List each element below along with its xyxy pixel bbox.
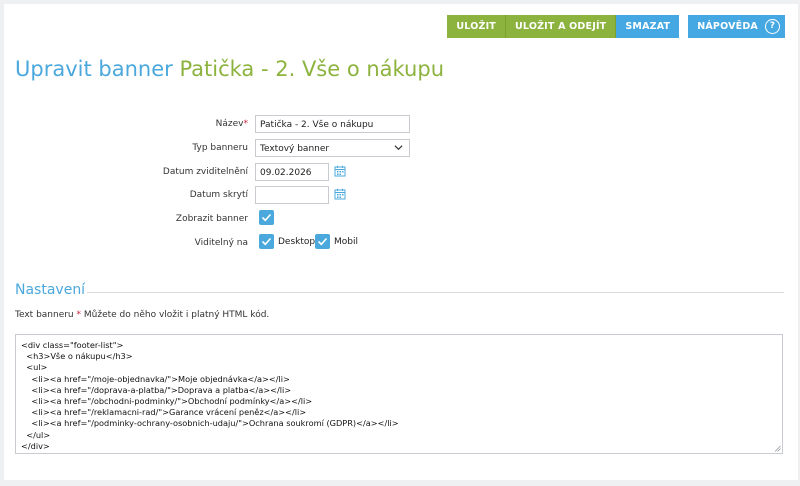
check-icon <box>261 237 272 246</box>
visible-on-row: Viditelný na Desktop Mobil <box>0 234 800 254</box>
display-row: Zobrazit banner <box>0 210 800 230</box>
code-line: <li><a href="/obchodni-podminky/">Obchod… <box>21 396 313 407</box>
code-line: <h3>Vše o nákupu</h3> <box>21 351 133 362</box>
chevron-down-icon <box>394 145 403 151</box>
type-row: Typ banneru Textový banner <box>0 139 800 159</box>
code-line: <li><a href="/reklamacni-rad/">Garance v… <box>21 407 307 418</box>
code-line: </div> <box>21 440 50 451</box>
code-line: <li><a href="/doprava-a-platba/">Doprava… <box>21 384 292 395</box>
code-line: <div class="footer-list"> <box>21 340 124 350</box>
code-line: <ul> <box>21 362 48 373</box>
code-line: </ul> <box>21 429 51 440</box>
hide-date-label: Datum skrytí <box>189 190 248 200</box>
help-button[interactable]: NÁPOVĚDA ? <box>688 15 785 38</box>
delete-button[interactable]: SMAZAT <box>616 15 680 38</box>
hide-date-input[interactable] <box>255 186 329 204</box>
desktop-label: Desktop <box>278 237 316 247</box>
banner-text-hint: Text banneru * Můžete do něho vložit i p… <box>15 310 269 320</box>
banner-text-label: Text banneru <box>15 310 74 320</box>
name-label: Název* <box>215 119 249 129</box>
calendar-icon[interactable] <box>334 188 346 200</box>
required-mark: * <box>76 310 82 320</box>
code-line: <li><a href="/moje-objednavka/">Moje obj… <box>21 373 290 384</box>
question-icon: ? <box>765 19 780 34</box>
page-title-prefix: Upravit banner <box>15 57 173 81</box>
code-line: <li><a href="/podminky-ochrany-osobnich-… <box>21 418 399 429</box>
type-label: Typ banneru <box>192 143 248 153</box>
visible-on-label: Viditelný na <box>194 238 248 248</box>
name-row: Název* Patička - 2. Vše o nákupu <box>0 115 800 135</box>
banner-type-value: Textový banner <box>260 144 330 154</box>
display-label: Zobrazit banner <box>175 214 248 224</box>
check-icon <box>317 237 328 246</box>
show-date-label: Datum zviditelnění <box>162 167 248 177</box>
settings-section-title: Nastavení <box>15 282 86 298</box>
help-label: NÁPOVĚDA <box>697 21 758 32</box>
mobile-checkbox[interactable] <box>315 234 330 249</box>
hide-date-row: Datum skrytí <box>0 186 800 206</box>
name-input[interactable]: Patička - 2. Vše o nákupu <box>255 115 410 133</box>
banner-text-hint-text: Můžete do něho vložit i platný HTML kód. <box>83 310 270 320</box>
display-checkbox[interactable] <box>259 210 274 225</box>
calendar-icon[interactable] <box>334 165 346 177</box>
banner-type-select[interactable]: Textový banner <box>255 139 410 157</box>
page-title-banner-name: Patička - 2. Vše o nákupu <box>179 57 445 81</box>
desktop-checkbox[interactable] <box>259 234 274 249</box>
resize-handle-icon[interactable] <box>774 445 781 452</box>
show-date-input[interactable]: 09.02.2026 <box>255 163 329 181</box>
required-mark: * <box>243 119 249 129</box>
mobile-label: Mobil <box>334 237 358 247</box>
save-button[interactable]: ULOŽIT <box>447 15 506 38</box>
code-content: <div class="footer-list"> <h3>Vše o náku… <box>21 340 399 452</box>
banner-html-textarea[interactable]: <div class="footer-list"> <h3>Vše o náku… <box>15 334 783 454</box>
page-title: Upravit banner Patička - 2. Vše o nákupu <box>15 57 444 81</box>
check-icon <box>261 213 272 222</box>
action-toolbar: ULOŽIT ULOŽIT A ODEJÍT SMAZAT NÁPOVĚDA ? <box>447 15 785 38</box>
show-date-row: Datum zviditelnění 09.02.2026 <box>0 163 800 183</box>
save-and-leave-button[interactable]: ULOŽIT A ODEJÍT <box>505 15 617 38</box>
section-divider <box>87 292 784 293</box>
